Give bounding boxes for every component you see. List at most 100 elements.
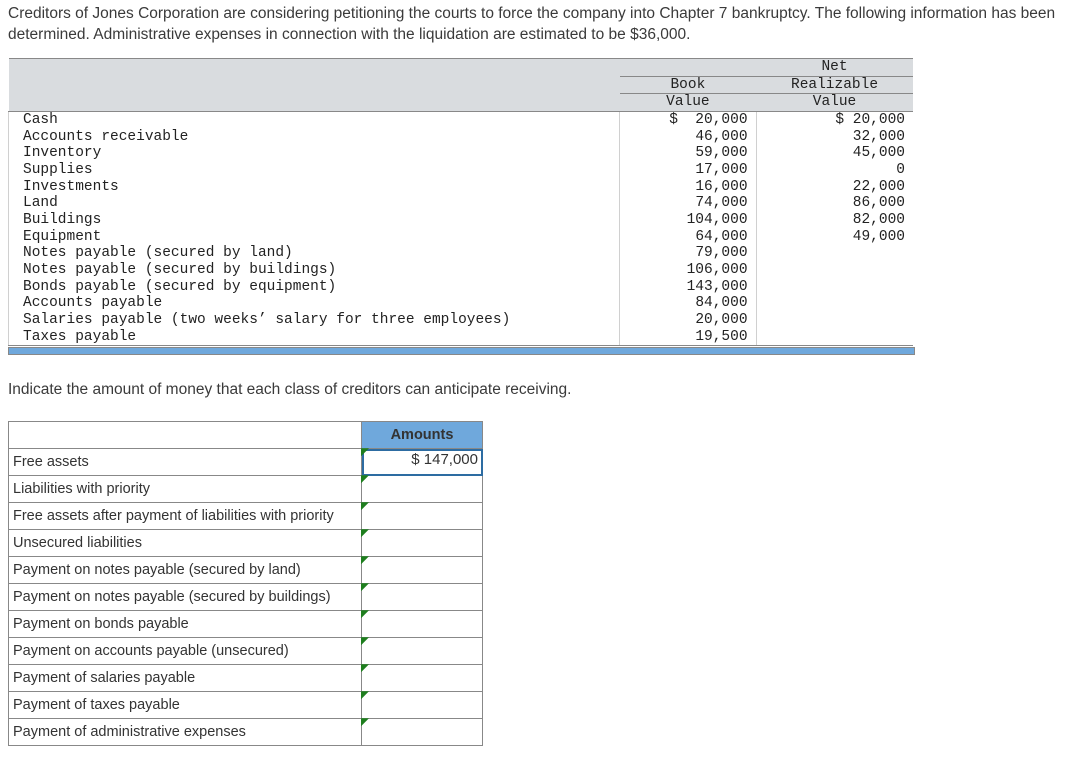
answer-row: Liabilities with priority [9, 476, 483, 503]
ledger-row: Bonds payable (secured by equipment)143,… [9, 279, 914, 296]
ledger-row-book: 19,500 [620, 329, 756, 346]
ledger-row-label: Notes payable (secured by buildings) [9, 262, 620, 279]
ledger-row-nrv: 22,000 [756, 179, 913, 196]
ledger-row-book: 106,000 [620, 262, 756, 279]
ledger-row-label: Supplies [9, 162, 620, 179]
answer-header-blank [9, 422, 362, 449]
ledger-row-nrv [756, 329, 913, 346]
ledger-row-book: 17,000 [620, 162, 756, 179]
ledger-row-book: 143,000 [620, 279, 756, 296]
edit-indicator-icon [361, 502, 369, 510]
ledger-row-label: Cash [9, 111, 620, 128]
answer-row: Free assets$ 147,000 [9, 449, 483, 476]
ledger-row: Supplies17,0000 [9, 162, 914, 179]
answer-row: Payment of administrative expenses [9, 719, 483, 746]
answer-row-input[interactable] [362, 584, 483, 611]
answer-row-label: Payment on bonds payable [9, 611, 362, 638]
ledger-row: Notes payable (secured by land)79,000 [9, 245, 914, 262]
ledger-row: Notes payable (secured by buildings)106,… [9, 262, 914, 279]
ledger-row: Cash$ 20,000$ 20,000 [9, 111, 914, 128]
answer-row-label: Payment of administrative expenses [9, 719, 362, 746]
answer-header-amounts: Amounts [362, 422, 483, 449]
ledger-row-book: 84,000 [620, 295, 756, 312]
ledger-row-label: Investments [9, 179, 620, 196]
edit-indicator-icon [361, 475, 369, 483]
ledger-row-nrv: 86,000 [756, 195, 913, 212]
edit-indicator-icon [361, 691, 369, 699]
answer-row-input[interactable] [362, 476, 483, 503]
ledger-row-label: Bonds payable (secured by equipment) [9, 279, 620, 296]
ledger-row-label: Taxes payable [9, 329, 620, 346]
ledger-row-nrv: 49,000 [756, 229, 913, 246]
edit-indicator-icon [361, 529, 369, 537]
scrollbar-placeholder [8, 347, 915, 355]
answer-row-label: Payment on accounts payable (unsecured) [9, 638, 362, 665]
ledger-row: Buildings104,00082,000 [9, 212, 914, 229]
ledger-row-nrv [756, 245, 913, 262]
edit-indicator-icon [361, 583, 369, 591]
answer-row-input[interactable]: $ 147,000 [362, 449, 483, 476]
ledger-row: Inventory59,00045,000 [9, 145, 914, 162]
answer-row-input[interactable] [362, 530, 483, 557]
answer-row-input[interactable] [362, 638, 483, 665]
answer-row: Payment on bonds payable [9, 611, 483, 638]
ledger-row-label: Buildings [9, 212, 620, 229]
ledger-row-book: 20,000 [620, 312, 756, 329]
answer-row-input[interactable] [362, 692, 483, 719]
ledger-row-book: 64,000 [620, 229, 756, 246]
answer-row-label: Payment on notes payable (secured by lan… [9, 557, 362, 584]
answer-row: Payment on notes payable (secured by lan… [9, 557, 483, 584]
answer-row-label: Unsecured liabilities [9, 530, 362, 557]
ledger-header-book [620, 58, 756, 76]
answer-row-input[interactable] [362, 503, 483, 530]
instruction-text: Indicate the amount of money that each c… [8, 381, 1072, 399]
answer-row-input[interactable] [362, 665, 483, 692]
ledger-row: Land74,00086,000 [9, 195, 914, 212]
answer-row-label: Payment of taxes payable [9, 692, 362, 719]
answer-table: Amounts Free assets$ 147,000Liabilities … [8, 421, 483, 746]
ledger-row: Accounts receivable46,00032,000 [9, 129, 914, 146]
ledger-row-nrv [756, 279, 913, 296]
edit-indicator-icon [361, 718, 369, 726]
answer-row: Payment of taxes payable [9, 692, 483, 719]
edit-indicator-icon [361, 556, 369, 564]
ledger-row-book: 104,000 [620, 212, 756, 229]
ledger-row: Equipment64,00049,000 [9, 229, 914, 246]
answer-row: Free assets after payment of liabilities… [9, 503, 483, 530]
ledger-row: Accounts payable84,000 [9, 295, 914, 312]
ledger-row-book: 46,000 [620, 129, 756, 146]
ledger-row-nrv: 0 [756, 162, 913, 179]
ledger-row-label: Accounts payable [9, 295, 620, 312]
ledger-row-book: 16,000 [620, 179, 756, 196]
ledger-row-nrv: 82,000 [756, 212, 913, 229]
ledger-row-label: Land [9, 195, 620, 212]
ledger-row-nrv [756, 262, 913, 279]
ledger-table: Net Book Realizable Value Value Cash$ 20… [8, 58, 913, 345]
edit-indicator-icon [361, 637, 369, 645]
ledger-row-nrv [756, 295, 913, 312]
answer-row: Payment on accounts payable (unsecured) [9, 638, 483, 665]
ledger-row-label: Equipment [9, 229, 620, 246]
ledger-row: Investments16,00022,000 [9, 179, 914, 196]
ledger-row-nrv: 32,000 [756, 129, 913, 146]
ledger-row-nrv: $ 20,000 [756, 111, 913, 128]
answer-row-value: $ 147,000 [366, 451, 478, 468]
edit-indicator-icon [361, 610, 369, 618]
ledger-row-book: 59,000 [620, 145, 756, 162]
ledger-row-book: 74,000 [620, 195, 756, 212]
ledger-header-nrv: Net [756, 58, 913, 76]
answer-row-label: Payment on notes payable (secured by bui… [9, 584, 362, 611]
answer-row: Unsecured liabilities [9, 530, 483, 557]
ledger-row-nrv [756, 312, 913, 329]
ledger-row-label: Inventory [9, 145, 620, 162]
edit-indicator-icon [361, 664, 369, 672]
answer-row-label: Payment of salaries payable [9, 665, 362, 692]
ledger-row-label: Notes payable (secured by land) [9, 245, 620, 262]
answer-row-input[interactable] [362, 719, 483, 746]
answer-row-label: Free assets after payment of liabilities… [9, 503, 362, 530]
answer-row-input[interactable] [362, 557, 483, 584]
ledger-row-nrv: 45,000 [756, 145, 913, 162]
ledger-row-label: Salaries payable (two weeks’ salary for … [9, 312, 620, 329]
answer-row: Payment on notes payable (secured by bui… [9, 584, 483, 611]
answer-row-input[interactable] [362, 611, 483, 638]
